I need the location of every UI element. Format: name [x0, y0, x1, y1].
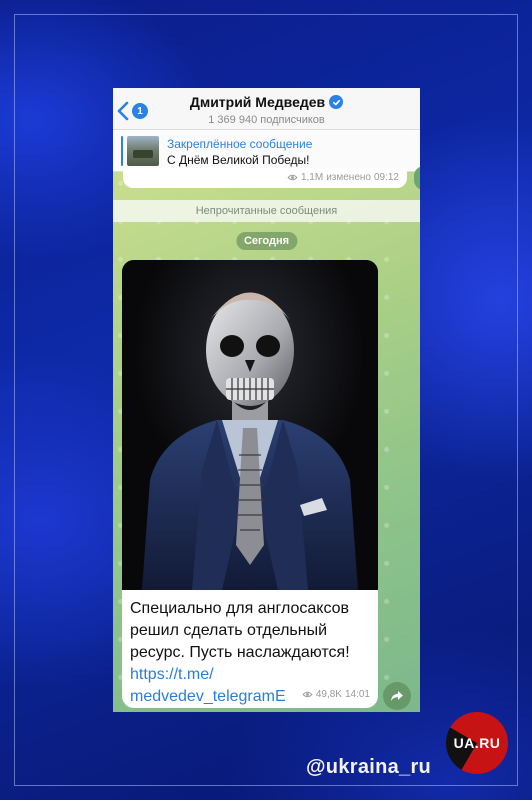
pinned-text: С Днём Великой Победы!	[167, 153, 310, 167]
channel-name: Дмитрий Медведев	[189, 94, 326, 110]
verified-icon	[329, 95, 344, 109]
post-text-line: решил сделать отдельный	[130, 622, 328, 639]
pinned-message-bar[interactable]: Закреплённое сообщение С Днём Великой По…	[113, 130, 420, 172]
ua-ru-logo: UA.RU	[446, 712, 508, 774]
date-separator: Сегодня	[235, 232, 298, 250]
previous-views: 1,1M	[300, 172, 324, 183]
pinned-thumbnail	[127, 136, 159, 166]
previous-share-button[interactable]	[414, 166, 420, 190]
watermark-handle: @ukraina_ru	[306, 756, 432, 778]
telegram-screenshot: 1 Дмитрий Медведев 1 369 940 подписчиков…	[113, 88, 420, 712]
eye-icon	[287, 174, 298, 181]
post-image	[122, 260, 378, 590]
share-button[interactable]	[383, 682, 411, 710]
previous-time: 09:12	[373, 172, 399, 183]
post-text-line: Специально для англосаксов	[130, 600, 350, 617]
post-text-line: ресурс. Пусть наслаждаются!	[130, 644, 350, 661]
unread-divider: Непрочитанные сообщения	[113, 200, 420, 222]
pinned-indicator	[121, 136, 123, 166]
back-chevron-icon	[117, 101, 129, 121]
post-photo[interactable]	[122, 260, 378, 590]
post-views: 49,8K	[315, 689, 342, 700]
post-bubble[interactable]: Специально для англосаксов решил сделать…	[122, 260, 378, 708]
chat-header: 1 Дмитрий Медведев 1 369 940 подписчиков	[113, 88, 420, 130]
pinned-label: Закреплённое сообщение	[167, 137, 313, 151]
subscriber-count: 1 369 940 подписчиков	[208, 114, 325, 126]
channel-title: Дмитрий Медведев	[189, 94, 344, 110]
unread-count-badge: 1	[132, 103, 148, 119]
channel-title-area[interactable]: Дмитрий Медведев 1 369 940 подписчиков	[163, 94, 370, 126]
previous-message-meta: 1,1M изменено 09:12	[287, 172, 399, 183]
post-time: 14:01	[344, 689, 370, 700]
post-meta: 49,8K 14:01	[302, 689, 370, 700]
share-icon	[391, 691, 403, 701]
eye-icon	[302, 691, 313, 698]
previous-edited: изменено	[326, 172, 371, 183]
logo-text: UA.RU	[453, 735, 501, 751]
post-link[interactable]: https://t.me/	[130, 664, 374, 686]
previous-message-bubble[interactable]: 1,1M изменено 09:12	[123, 168, 407, 188]
chat-area[interactable]: 1,1M изменено 09:12 Непрочитанные сообще…	[113, 166, 420, 712]
back-button[interactable]: 1	[117, 100, 157, 122]
